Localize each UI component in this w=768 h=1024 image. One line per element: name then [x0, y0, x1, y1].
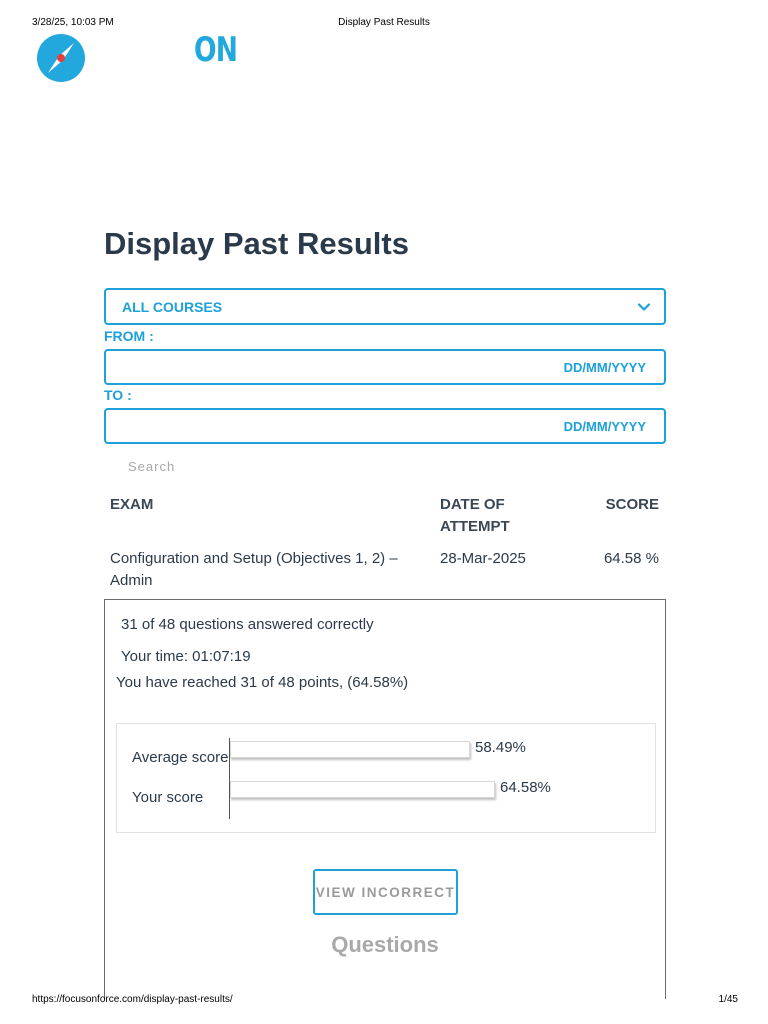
column-header-exam[interactable]: EXAM	[110, 494, 153, 516]
bar-label: Average score	[132, 749, 229, 766]
questions-heading: Questions	[331, 932, 439, 957]
column-header-score[interactable]: SCORE	[606, 494, 659, 516]
view-incorrect-button[interactable]: VIEW INCORRECT	[313, 869, 458, 915]
column-header-date-line2: ATTEMPT	[440, 518, 510, 535]
page-title: Display Past Results	[104, 226, 409, 261]
table-cell-score: 64.58 %	[603, 550, 659, 567]
bar	[230, 741, 470, 758]
from-label: FROM :	[104, 328, 154, 344]
answered-summary: 31 of 48 questions answered correctly	[121, 616, 374, 633]
points-summary: You have reached 31 of 48 points, (64.58…	[116, 674, 409, 691]
bar-value-label: 58.49%	[475, 739, 526, 756]
table-cell-date: 28-Mar-2025	[440, 550, 526, 567]
from-date-input[interactable]	[106, 351, 664, 383]
bar-label: Your score	[132, 789, 204, 806]
print-page-number: 1/45	[718, 994, 738, 1005]
course-select[interactable]: ALL COURSES	[104, 288, 666, 325]
column-header-date-line1: DATE OF	[440, 496, 505, 513]
bar	[230, 781, 495, 798]
score-comparison-chart: Average score 58.49% Your score 64.58%	[116, 723, 656, 833]
exam-name-line1: Configuration and Setup (Objectives 1, 2…	[110, 550, 398, 567]
print-page-title: Display Past Results	[338, 17, 430, 28]
print-footer: https://focusonforce.com/display-past-re…	[0, 994, 768, 1008]
result-detail-panel: 31 of 48 questions answered correctly Yo…	[104, 599, 666, 999]
print-header: 3/28/25, 10:03 PM Display Past Results	[0, 17, 768, 31]
compass-logo-icon[interactable]	[36, 34, 86, 82]
to-label: TO :	[104, 387, 132, 403]
table-row-exam[interactable]: Configuration and Setup (Objectives 1, 2…	[110, 548, 398, 592]
course-select-value: ALL COURSES	[122, 299, 223, 315]
chevron-down-icon	[637, 303, 651, 311]
logo-text[interactable]: ON	[194, 30, 238, 70]
exam-name-line2: Admin	[110, 572, 153, 589]
to-date-field[interactable]	[104, 408, 666, 444]
search-input[interactable]	[112, 454, 312, 478]
time-summary: Your time: 01:07:19	[121, 648, 251, 665]
from-date-field[interactable]	[104, 349, 666, 385]
print-url: https://focusonforce.com/display-past-re…	[32, 994, 233, 1005]
bar-value-label: 64.58%	[500, 779, 551, 796]
column-header-date[interactable]: DATE OF ATTEMPT	[440, 494, 510, 538]
to-date-input[interactable]	[106, 410, 664, 442]
